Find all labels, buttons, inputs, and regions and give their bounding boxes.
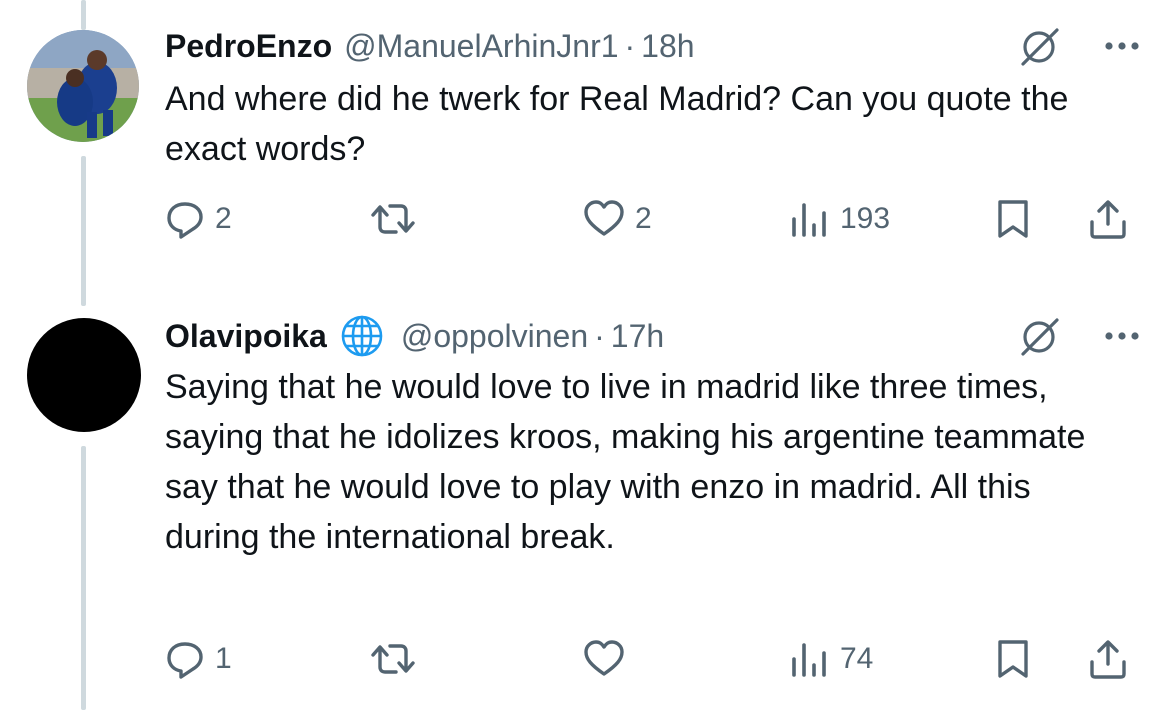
separator-dot: · [594, 317, 605, 354]
reply-button[interactable]: 1 [165, 634, 232, 684]
bookmark-button[interactable] [995, 194, 1031, 244]
display-name[interactable]: Olavipoika [165, 318, 327, 355]
views-button[interactable]: 74 [790, 634, 873, 684]
grok-icon[interactable] [1018, 316, 1062, 356]
reply-icon [165, 199, 205, 239]
avatar[interactable] [27, 30, 139, 142]
more-icon[interactable] [1104, 331, 1140, 341]
tweet-2[interactable]: Olavipoika @oppolvinen · 17h Saying that… [0, 290, 1170, 710]
views-count: 74 [840, 642, 874, 675]
display-name[interactable]: PedroEnzo [165, 28, 332, 65]
handle[interactable]: @ManuelArhinJnr1 [344, 28, 618, 65]
repost-button[interactable] [370, 194, 416, 244]
repost-icon [370, 639, 416, 679]
bookmark-icon [995, 198, 1031, 240]
timestamp[interactable]: 18h [641, 28, 694, 65]
share-button[interactable] [1087, 194, 1129, 244]
share-button[interactable] [1087, 634, 1129, 684]
tweet-header: Olavipoika @oppolvinen · 17h [165, 313, 1140, 359]
reply-count: 2 [215, 202, 232, 235]
like-button[interactable] [583, 634, 625, 684]
reply-button[interactable]: 2 [165, 194, 232, 244]
timestamp[interactable]: 17h [611, 318, 664, 355]
reply-icon [165, 639, 205, 679]
repost-button[interactable] [370, 634, 416, 684]
share-icon [1087, 198, 1129, 240]
heart-icon [583, 199, 625, 239]
views-icon [790, 199, 830, 239]
more-icon[interactable] [1104, 41, 1140, 51]
handle[interactable]: @oppolvinen [401, 318, 588, 355]
tweet-text: Saying that he would love to live in mad… [165, 368, 1086, 556]
separator-dot: · [624, 27, 636, 64]
like-count: 2 [635, 202, 652, 235]
tweet-text: And where did he twerk for Real Madrid? … [165, 80, 1069, 168]
reply-count: 1 [215, 642, 232, 675]
globe-icon [339, 313, 385, 359]
views-button[interactable]: 193 [790, 194, 890, 244]
bookmark-icon [995, 638, 1031, 680]
views-count: 193 [840, 202, 891, 235]
action-bar: 1 74 [165, 634, 1140, 684]
bookmark-button[interactable] [995, 634, 1031, 684]
avatar-photo [27, 30, 139, 142]
share-icon [1087, 638, 1129, 680]
repost-icon [370, 199, 416, 239]
action-bar: 2 2 193 [165, 194, 1140, 244]
grok-icon[interactable] [1018, 26, 1062, 66]
like-button[interactable]: 2 [583, 194, 652, 244]
tweet-1[interactable]: PedroEnzo @ManuelArhinJnr1 · 18h And whe… [0, 0, 1170, 280]
views-icon [790, 639, 830, 679]
heart-icon [583, 639, 625, 679]
tweet-header: PedroEnzo @ManuelArhinJnr1 · 18h [165, 26, 1140, 66]
avatar[interactable] [27, 318, 141, 432]
